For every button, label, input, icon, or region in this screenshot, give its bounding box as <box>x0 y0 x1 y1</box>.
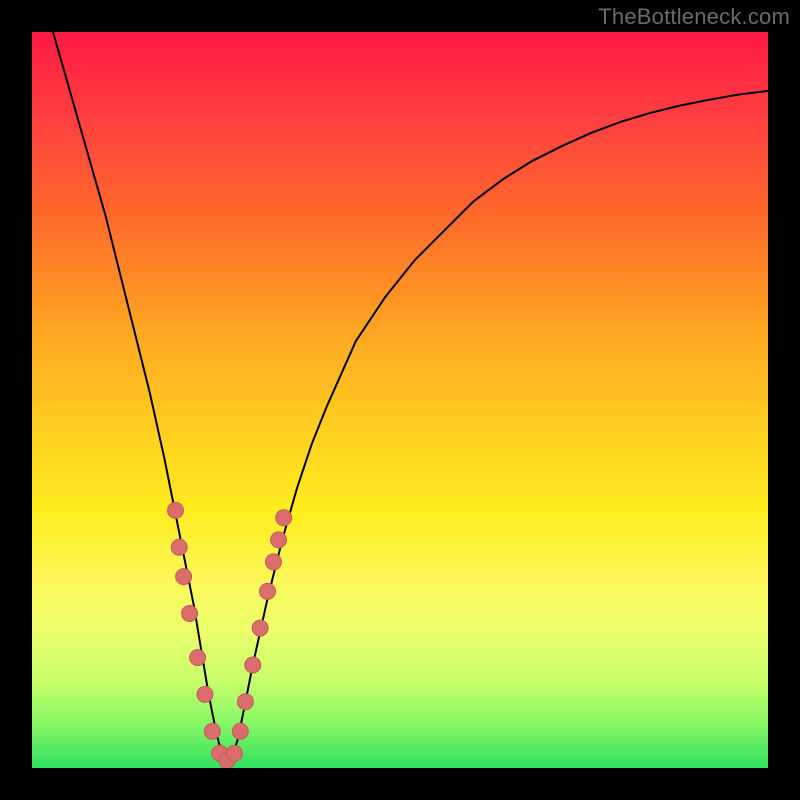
data-point-marker <box>276 510 292 526</box>
data-point-marker <box>182 605 198 621</box>
data-point-marker <box>252 620 268 636</box>
data-point-marker <box>271 532 287 548</box>
data-point-marker <box>237 694 253 710</box>
data-point-marker <box>265 554 281 570</box>
watermark-text: TheBottleneck.com <box>598 4 790 30</box>
data-point-marker <box>197 686 213 702</box>
bottleneck-curve-plot <box>32 32 768 768</box>
bottleneck-curve-line <box>47 32 768 761</box>
data-point-marker <box>232 723 248 739</box>
chart-frame: TheBottleneck.com <box>0 0 800 800</box>
data-point-marker <box>168 502 184 518</box>
data-point-marker <box>190 650 206 666</box>
data-point-marker <box>245 657 261 673</box>
data-point-marker <box>176 569 192 585</box>
data-point-marker <box>171 539 187 555</box>
data-point-marker <box>204 723 220 739</box>
data-point-marker <box>226 745 242 761</box>
data-point-markers <box>168 502 292 768</box>
data-point-marker <box>260 583 276 599</box>
plot-gradient-background <box>32 32 768 768</box>
